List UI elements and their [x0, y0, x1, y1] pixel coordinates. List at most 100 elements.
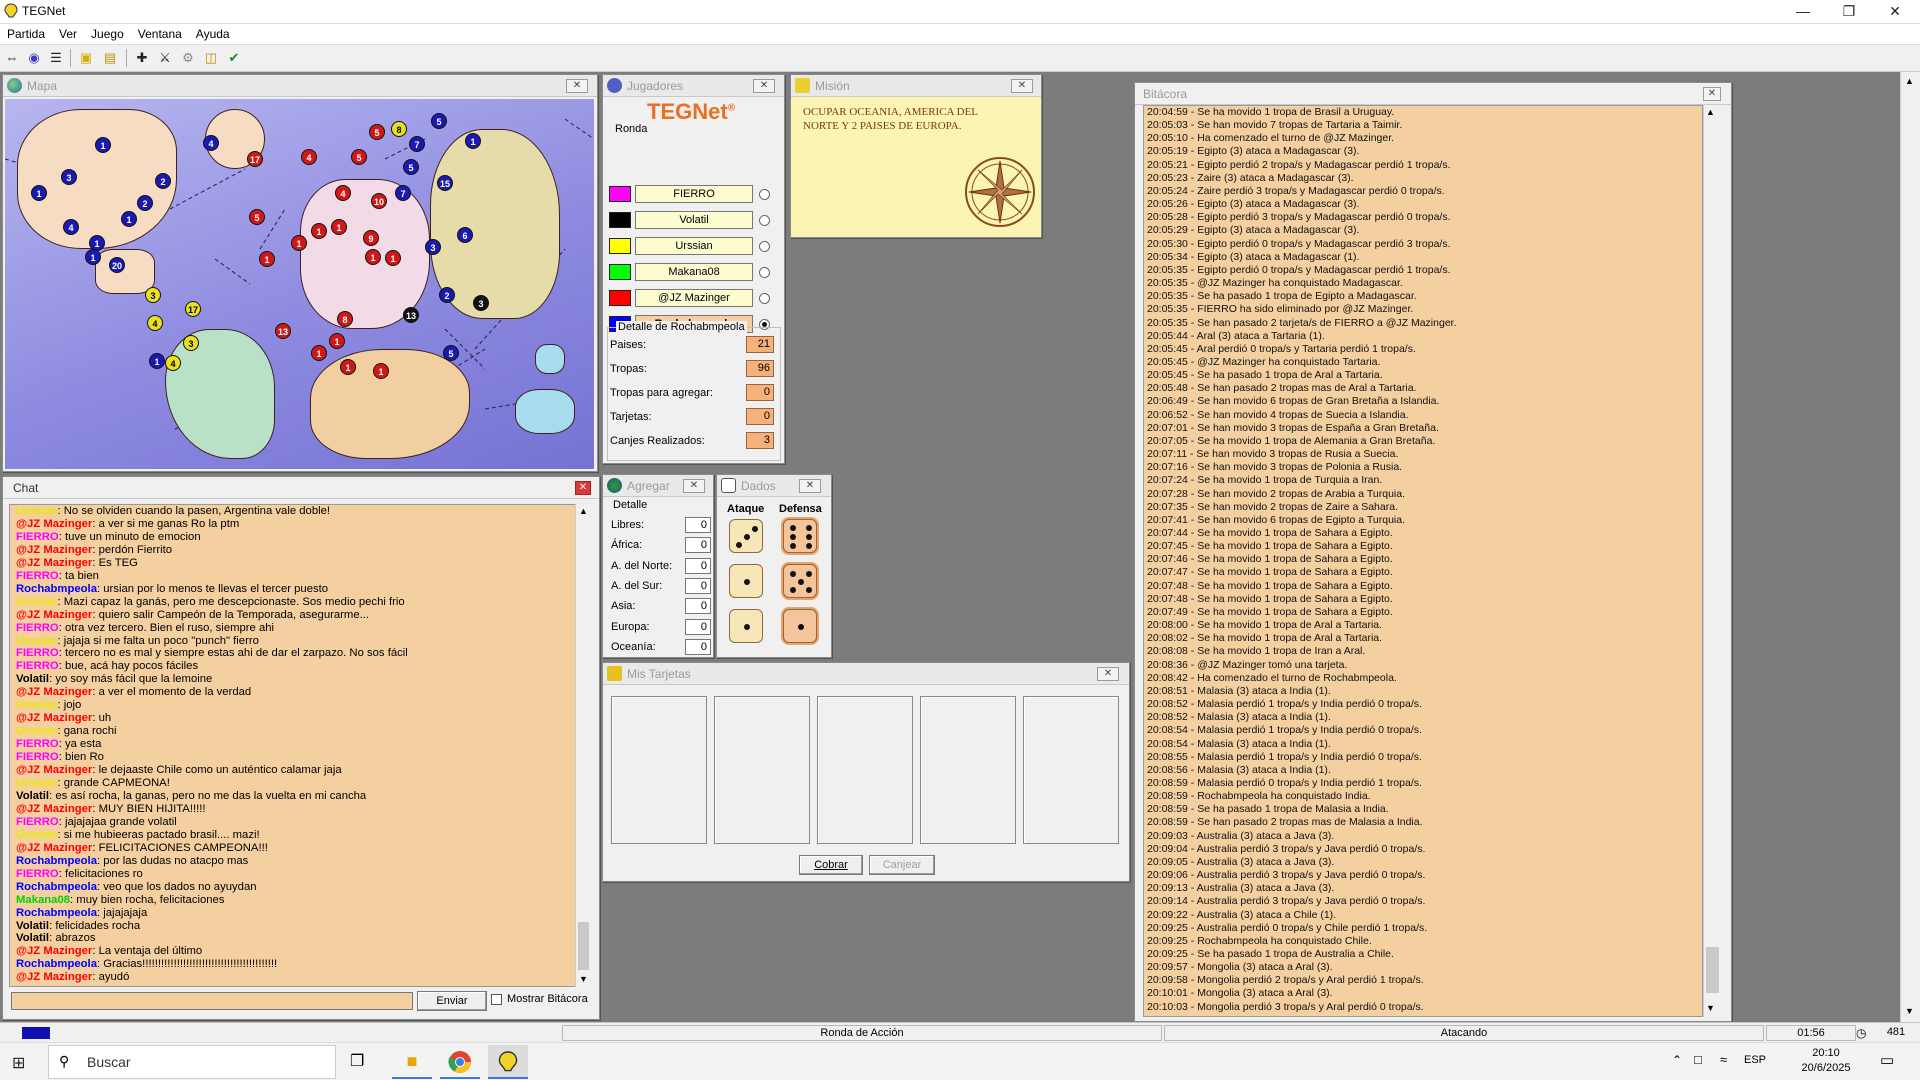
player-radio[interactable]	[759, 189, 770, 200]
player-row[interactable]: @JZ Mazinger	[609, 289, 773, 307]
add-row-value[interactable]: 0	[685, 638, 711, 655]
troop-token[interactable]: 4	[335, 185, 351, 201]
card-button[interactable]: ▣	[76, 48, 96, 68]
add-row-value[interactable]: 0	[685, 557, 711, 574]
troop-token[interactable]: 13	[275, 323, 291, 339]
troop-token[interactable]: 4	[203, 135, 219, 151]
network-icon[interactable]: □	[1694, 1052, 1702, 1067]
card-slot[interactable]	[714, 696, 810, 844]
chat-scrollbar[interactable]: ▲ ▼	[575, 504, 591, 987]
troop-token[interactable]: 8	[391, 121, 407, 137]
log-scrollbar[interactable]: ▲ ▼	[1703, 105, 1721, 1017]
send-button[interactable]: Enviar	[417, 991, 487, 1011]
player-row[interactable]: FIERRO	[609, 185, 773, 203]
add-row-value[interactable]: 0	[685, 598, 711, 615]
menu-ayuda[interactable]: Ayuda	[189, 24, 237, 44]
troop-token[interactable]: 4	[301, 149, 317, 165]
language-indicator[interactable]: ESP	[1744, 1054, 1766, 1066]
troop-token[interactable]: 3	[61, 169, 77, 185]
player-radio[interactable]	[759, 241, 770, 252]
windows-start-button[interactable]: ⊞	[12, 1053, 25, 1073]
chat-scroll-thumb[interactable]	[578, 922, 589, 970]
map-close-button[interactable]: ✕	[566, 79, 588, 93]
scroll-down-icon[interactable]: ▼	[1706, 1003, 1715, 1013]
cards-close-button[interactable]: ✕	[1097, 667, 1119, 681]
card-slot[interactable]	[611, 696, 707, 844]
menu-ventana[interactable]: Ventana	[131, 24, 189, 44]
mission-button[interactable]: ▤	[100, 48, 120, 68]
troop-token[interactable]: 6	[457, 227, 473, 243]
troop-token[interactable]: 1	[365, 249, 381, 265]
players-close-button[interactable]: ✕	[753, 79, 775, 93]
card-slot[interactable]	[920, 696, 1016, 844]
add-troops-button[interactable]: ✚	[132, 48, 152, 68]
list-button[interactable]: ☰	[46, 48, 66, 68]
troop-token[interactable]: 1	[311, 345, 327, 361]
troop-token[interactable]: 3	[473, 295, 489, 311]
player-radio[interactable]	[759, 215, 770, 226]
log-close-button[interactable]: ✕	[1703, 87, 1721, 101]
troop-token[interactable]: 5	[351, 149, 367, 165]
maximize-button[interactable]: ❐	[1826, 0, 1872, 24]
add-row-value[interactable]: 0	[685, 517, 711, 533]
dice-close-button[interactable]: ✕	[799, 479, 821, 493]
task-view-button[interactable]: ❐	[350, 1051, 364, 1071]
add-row-value[interactable]: 0	[685, 577, 711, 594]
troop-token[interactable]: 20	[109, 257, 125, 273]
troop-token[interactable]: 1	[329, 333, 345, 349]
player-row[interactable]: Makana08	[609, 263, 773, 281]
troop-token[interactable]: 1	[121, 211, 137, 227]
card-slot[interactable]	[1023, 696, 1119, 844]
card-slot[interactable]	[817, 696, 913, 844]
add-close-button[interactable]: ✕	[683, 479, 705, 493]
scroll-up-icon[interactable]: ▲	[1706, 107, 1715, 117]
troop-token[interactable]: 1	[340, 359, 356, 375]
cards-button[interactable]: ◫	[201, 48, 221, 68]
troop-token[interactable]: 1	[149, 353, 165, 369]
troop-token[interactable]: 3	[425, 239, 441, 255]
add-row-value[interactable]: 0	[685, 537, 711, 554]
troop-token[interactable]: 1	[259, 251, 275, 267]
troop-token[interactable]: 4	[63, 219, 79, 235]
troop-token[interactable]: 15	[437, 175, 453, 191]
menu-partida[interactable]: Partida	[0, 24, 52, 44]
chat-input[interactable]	[11, 992, 413, 1010]
wifi-icon[interactable]: ≈	[1720, 1052, 1727, 1067]
world-map[interactable]: 1 3 1 4 1 2 1 2 1 4 20 17 5 4 5 4 1 1 1 1 9 10 1 1 5 8 5 7 5 15 7 3 6 1 3 1…	[5, 99, 594, 469]
troop-token[interactable]: 2	[439, 287, 455, 303]
show-log-checkbox[interactable]	[491, 994, 502, 1005]
troop-token[interactable]: 17	[247, 151, 263, 167]
troop-token[interactable]: 9	[363, 230, 379, 246]
collect-button[interactable]: Cobrar	[799, 855, 863, 875]
scroll-down-icon[interactable]: ▼	[579, 974, 588, 984]
minimize-button[interactable]: —	[1780, 0, 1826, 24]
menu-ver[interactable]: Ver	[52, 24, 84, 44]
scroll-up-icon[interactable]: ▲	[1905, 76, 1914, 86]
add-row-value[interactable]: 0	[685, 618, 711, 635]
file-explorer-taskbar[interactable]: ■	[392, 1045, 432, 1079]
troop-token[interactable]: 7	[409, 136, 425, 152]
troop-token[interactable]: 1	[95, 137, 111, 153]
players-button[interactable]: ◉	[24, 48, 44, 68]
player-row[interactable]: Urssian	[609, 237, 773, 255]
scroll-up-icon[interactable]: ▲	[579, 506, 588, 516]
chrome-taskbar[interactable]	[440, 1045, 480, 1079]
troop-token[interactable]: 3	[145, 287, 161, 303]
connect-button[interactable]: ⇔	[2, 48, 22, 68]
troop-token[interactable]: 5	[403, 159, 419, 175]
menu-juego[interactable]: Juego	[84, 24, 131, 44]
attack-button[interactable]: ⚔	[155, 48, 175, 68]
troop-token[interactable]: 7	[395, 185, 411, 201]
workspace-scrollbar[interactable]: ▲ ▼	[1900, 72, 1920, 1022]
taskbar-search-box[interactable]: ⚲ Buscar	[48, 1045, 336, 1079]
chevron-up-icon[interactable]: ⌃	[1672, 1053, 1682, 1067]
scroll-down-icon[interactable]: ▼	[1905, 1006, 1914, 1016]
troop-token[interactable]: 1	[311, 223, 327, 239]
taskbar-clock[interactable]: 20:10 20/6/2025	[1786, 1046, 1866, 1076]
troop-token[interactable]: 1	[373, 363, 389, 379]
troop-token[interactable]: 5	[249, 209, 265, 225]
troop-token[interactable]: 5	[431, 113, 447, 129]
tegnet-taskbar[interactable]	[488, 1045, 528, 1079]
chat-close-button[interactable]: ✕	[575, 481, 591, 495]
troop-token[interactable]: 5	[369, 124, 385, 140]
